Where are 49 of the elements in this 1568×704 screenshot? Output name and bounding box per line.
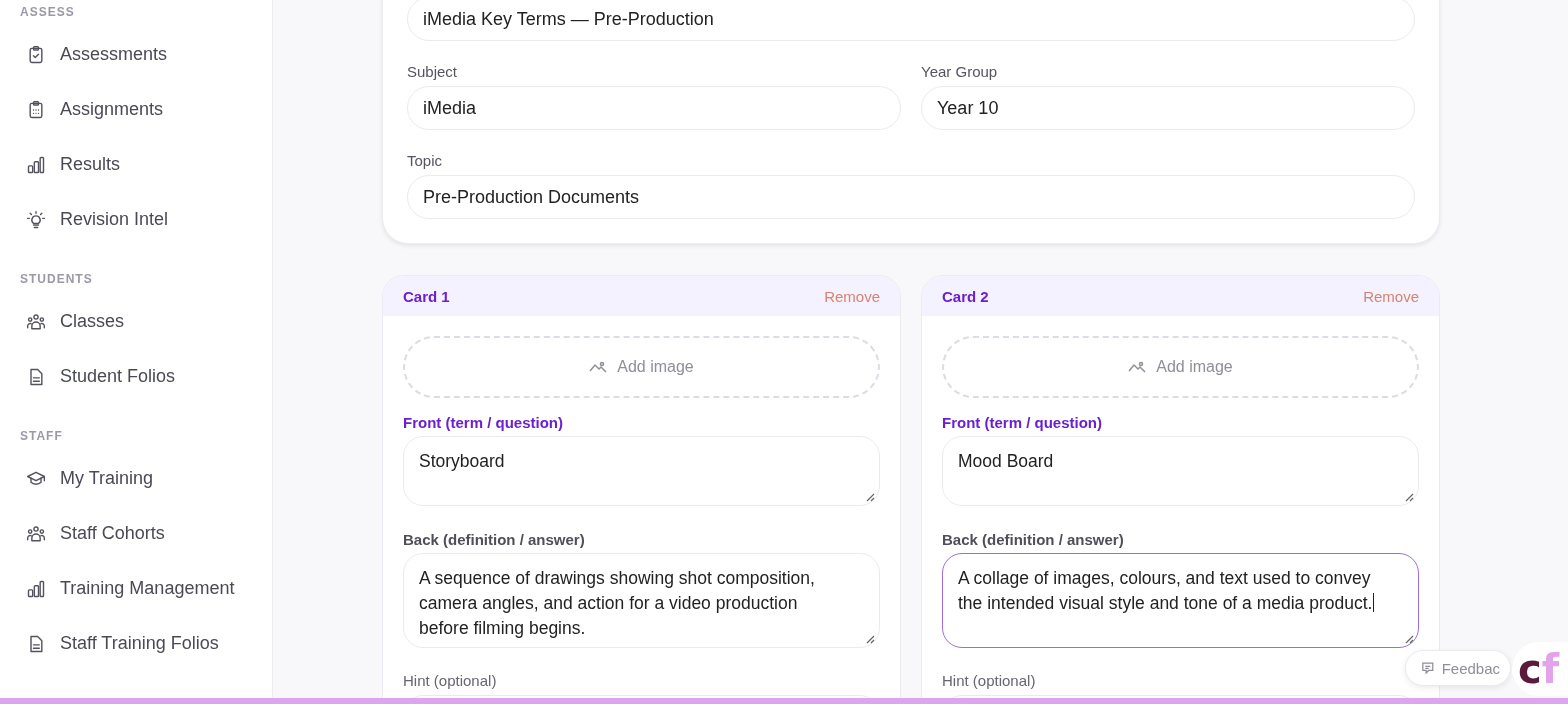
textarea-field[interactable]: Mood Board [942, 436, 1419, 506]
sidebar-item[interactable]: Staff Cohorts [20, 506, 272, 561]
section-heading: STUDENTS [20, 272, 93, 286]
bulb-icon [26, 209, 46, 230]
resize-grip-icon[interactable] [866, 635, 875, 644]
section-heading: STAFF [20, 429, 63, 443]
sidebar-item[interactable]: Assignments [20, 82, 272, 137]
bars-icon [26, 154, 46, 175]
clipboard-check-icon [26, 44, 46, 65]
sidebar-item[interactable]: Results [20, 137, 272, 192]
field-label: Front (term / question) [942, 414, 1102, 431]
clipboard-grid-icon [26, 99, 46, 120]
textarea-field[interactable]: A sequence of drawings showing shot composition, camera angles, and action for a video production before filming begins. [403, 553, 880, 648]
field-label: Hint (optional) [942, 672, 1036, 689]
sidebar-item[interactable]: Revision Intel [20, 192, 272, 247]
bars-icon [26, 578, 46, 599]
resize-grip-icon[interactable] [1405, 635, 1414, 644]
textarea-field[interactable]: A collage of images, colours, and text used to convey the intended visual style and tone of a media product. [942, 553, 1419, 648]
field-label: Hint (optional) [403, 672, 497, 689]
resize-grip-icon[interactable] [1405, 493, 1414, 502]
sidebar-item[interactable]: Student Folios [20, 349, 272, 404]
field-label: Year Group [921, 63, 998, 80]
section-heading: ASSESS [20, 5, 75, 19]
resize-grip-icon[interactable] [866, 493, 875, 502]
field-label: Front (term / question) [403, 414, 563, 431]
card-title: Card 1 [403, 287, 450, 305]
sidebar-item[interactable]: Training Management [20, 561, 272, 616]
sidebar-item[interactable]: Assessments [20, 27, 272, 82]
sidebar-item[interactable]: Classes [20, 294, 272, 349]
textarea-field[interactable]: Storyboard [403, 436, 880, 506]
field-label: Back (definition / answer) [942, 531, 1124, 548]
group-icon [26, 523, 46, 544]
input-field[interactable]: Year 10 [921, 86, 1415, 130]
message-icon [1422, 661, 1434, 675]
image-icon [589, 361, 608, 373]
card-title: Card 2 [942, 287, 989, 305]
sidebar-item[interactable]: Staff Training Folios [20, 616, 272, 671]
logo[interactable]: cf [1512, 642, 1568, 696]
logo-letter: c [1518, 649, 1542, 689]
topic-field[interactable]: Pre-Production Documents [407, 175, 1415, 219]
title-field[interactable]: iMedia Key Terms — Pre-Production [407, 0, 1415, 41]
field-label: Back (definition / answer) [403, 531, 585, 548]
field-label: Topic [407, 152, 443, 169]
field-label: Subject [407, 63, 458, 80]
image-icon [1128, 361, 1147, 373]
sidebar-item[interactable]: My Training [20, 451, 272, 506]
logo-letter: f [1541, 649, 1560, 689]
input-field[interactable]: iMedia [407, 86, 901, 130]
group-icon [26, 311, 46, 332]
